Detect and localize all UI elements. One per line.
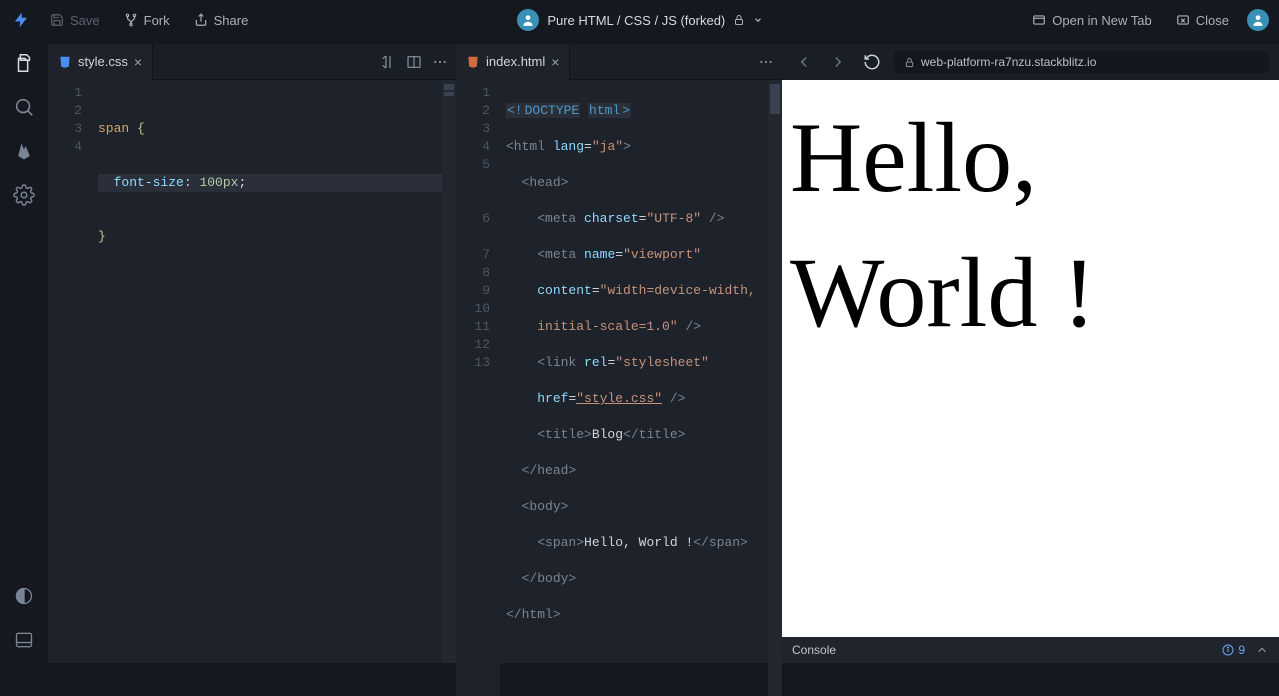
project-title[interactable]: Pure HTML / CSS / JS (forked) — [547, 13, 725, 28]
close-button[interactable]: Close — [1170, 9, 1235, 32]
save-button[interactable]: Save — [44, 9, 106, 32]
preview-frame[interactable]: Hello, World ! — [782, 80, 1279, 637]
more-icon[interactable] — [432, 54, 448, 70]
info-badge[interactable]: 9 — [1222, 643, 1245, 657]
close-label: Close — [1196, 13, 1229, 28]
theme-icon[interactable] — [11, 583, 37, 609]
panel-icon[interactable] — [11, 627, 37, 653]
tab-bar-right: index.html × — [456, 44, 782, 80]
console-label: Console — [792, 643, 836, 657]
minimap[interactable] — [442, 80, 456, 663]
code-content[interactable]: <!DOCTYPE html> <html lang="ja"> <head> … — [500, 80, 782, 696]
preview-panel: web-platform-ra7nzu.stackblitz.io Hello,… — [782, 44, 1279, 663]
css-file-icon — [58, 55, 72, 69]
preview-content: Hello, World ! — [790, 102, 1096, 348]
activity-bar — [0, 40, 48, 663]
stackblitz-logo-icon[interactable] — [10, 9, 32, 31]
lock-icon[interactable] — [733, 14, 745, 26]
fork-button[interactable]: Fork — [118, 9, 176, 32]
firebase-icon[interactable] — [11, 138, 37, 164]
tab-label: index.html — [486, 54, 545, 69]
minimap[interactable] — [768, 80, 782, 696]
owner-avatar[interactable] — [517, 9, 539, 31]
user-avatar[interactable] — [1247, 9, 1269, 31]
share-label: Share — [214, 13, 249, 28]
split-icon[interactable] — [406, 54, 422, 70]
top-toolbar: Save Fork Share Pure HTML / CSS / JS (fo… — [0, 0, 1279, 40]
code-area-html[interactable]: 1 2 3 4 5 6 7 8 9 10 11 12 13 <!DOCTYPE … — [456, 80, 782, 696]
close-tab-icon[interactable]: × — [551, 54, 559, 70]
forward-icon[interactable] — [826, 50, 850, 74]
expand-console-icon[interactable] — [1255, 643, 1269, 657]
open-new-tab-button[interactable]: Open in New Tab — [1026, 9, 1158, 32]
html-file-icon — [466, 55, 480, 69]
preview-toolbar: web-platform-ra7nzu.stackblitz.io — [782, 44, 1279, 80]
tab-index-html[interactable]: index.html × — [456, 44, 570, 80]
share-button[interactable]: Share — [188, 9, 255, 32]
compare-icon[interactable] — [380, 54, 396, 70]
tab-style-css[interactable]: style.css × — [48, 44, 153, 80]
close-tab-icon[interactable]: × — [134, 54, 142, 70]
code-area-css[interactable]: 1 2 3 4 span { font-size: 100px; } — [48, 80, 456, 663]
address-bar[interactable]: web-platform-ra7nzu.stackblitz.io — [894, 51, 1269, 73]
fork-label: Fork — [144, 13, 170, 28]
lock-icon — [904, 57, 915, 68]
search-icon[interactable] — [11, 94, 37, 120]
line-gutter: 1 2 3 4 5 6 7 8 9 10 11 12 13 — [456, 80, 500, 696]
code-content[interactable]: span { font-size: 100px; } — [92, 80, 456, 663]
console-bar[interactable]: Console 9 — [782, 637, 1279, 663]
save-label: Save — [70, 13, 100, 28]
back-icon[interactable] — [792, 50, 816, 74]
reload-icon[interactable] — [860, 50, 884, 74]
tab-label: style.css — [78, 54, 128, 69]
line-gutter: 1 2 3 4 — [48, 80, 92, 663]
open-new-tab-label: Open in New Tab — [1052, 13, 1152, 28]
chevron-down-icon[interactable] — [753, 15, 763, 25]
editor-pane-html: index.html × 1 2 3 4 5 6 7 8 9 10 — [456, 44, 782, 663]
address-url: web-platform-ra7nzu.stackblitz.io — [921, 55, 1096, 69]
editor-pane-css: style.css × 1 2 3 4 span { font-size: 10… — [48, 44, 456, 663]
explorer-icon[interactable] — [11, 50, 37, 76]
info-count: 9 — [1238, 643, 1245, 657]
more-icon[interactable] — [758, 54, 774, 70]
settings-icon[interactable] — [11, 182, 37, 208]
tab-bar-left: style.css × — [48, 44, 456, 80]
